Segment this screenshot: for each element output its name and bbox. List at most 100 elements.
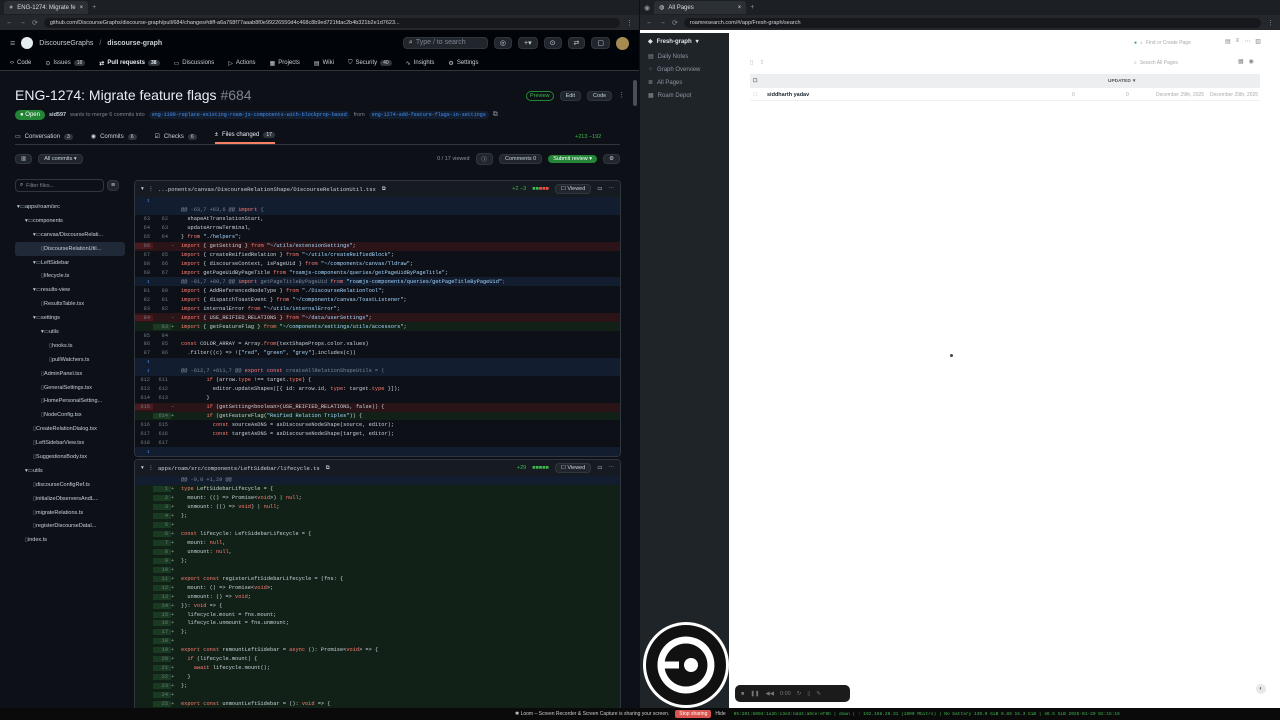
help-icon[interactable]: ◐ <box>1256 684 1266 694</box>
file-tree-item[interactable]: ▯ HomePersonalSetting... <box>15 394 125 408</box>
file-tree-item[interactable]: ▯ DiscourseRelationUtil... <box>15 241 125 256</box>
head-branch[interactable]: eng-1274-add-feature-flags-in-settings <box>368 111 489 119</box>
repo-nav-projects[interactable]: ▦ Projects <box>270 60 300 67</box>
filter-files-input[interactable]: ⌕ Filter files... <box>15 179 104 192</box>
file-tree-item[interactable]: ▯ initializeObserversAndL... <box>15 492 125 506</box>
collapse-icon[interactable]: ▾ <box>141 465 144 471</box>
more-icon[interactable]: ⋯ <box>1244 38 1250 45</box>
expand-icon[interactable]: ⇕ <box>135 359 153 365</box>
repo-nav-code[interactable]: ‹› Code <box>10 60 31 66</box>
browser-tab-active[interactable]: ● ENG-1274: Migrate fe × <box>4 1 89 14</box>
more-icon[interactable]: ⋯ <box>609 186 615 192</box>
pause-icon[interactable]: ❚❚ <box>750 691 759 697</box>
url-field[interactable]: github.com/DiscourseGraphs/discourse-gra… <box>43 17 620 28</box>
tab-checks[interactable]: ☑ Checks 6 <box>155 129 197 144</box>
viewed-checkbox[interactable]: ☐ Viewed <box>554 184 592 194</box>
sidebar-toggle-icon[interactable]: ▥ <box>1255 38 1261 45</box>
file-tree-item[interactable]: ▯ discourseConfigRef.ts <box>15 478 125 492</box>
search-all-pages-input[interactable]: ⌕ Search All Pages <box>1134 58 1234 67</box>
stop-icon[interactable]: ■ <box>741 691 744 697</box>
search-input[interactable]: ⌕ Type / to search <box>402 37 488 49</box>
graph-name[interactable]: ◆ Fresh-graph ▾ <box>640 33 729 50</box>
comment-icon[interactable]: ▭ <box>597 465 602 471</box>
trash-icon[interactable]: ▯ <box>750 59 753 66</box>
tab-conversation[interactable]: ▭ Conversation 3 <box>15 129 73 144</box>
file-tree-item[interactable]: ▯ AdminPanel.tsx <box>15 367 125 381</box>
grid-icon[interactable]: ▦ <box>1238 58 1244 65</box>
repo-nav-pull-requests[interactable]: ⇄ Pull requests 38 <box>99 60 160 67</box>
sidebar-item-roam-depot[interactable]: ▦ Roam Depot <box>640 89 729 102</box>
filter-options-icon[interactable]: ≡ <box>107 180 120 191</box>
file-tree-item[interactable]: ▾ ▭ results-view <box>15 283 125 297</box>
code-button[interactable]: Code <box>587 91 613 101</box>
select-all-checkbox[interactable]: ☐ <box>753 79 765 84</box>
file-tree-item[interactable]: ▾ ▭ utils <box>15 464 125 478</box>
copy-path-icon[interactable]: ⧉ <box>326 465 330 472</box>
expand-icon[interactable]: ⇕ <box>135 368 153 374</box>
forward-icon[interactable]: → <box>659 19 666 26</box>
close-icon[interactable]: × <box>738 5 742 11</box>
repo-nav-issues[interactable]: ⊙ Issues 18 <box>45 60 86 67</box>
viewed-checkbox[interactable]: ☐ Viewed <box>554 463 592 473</box>
expand-icon[interactable]: ⇕ <box>135 449 153 455</box>
column-updated[interactable]: UPDATED <box>1108 79 1131 84</box>
pull-requests-icon[interactable]: ⇄ <box>567 37 586 49</box>
scrollbar[interactable] <box>633 80 637 106</box>
page-title-link[interactable]: siddharth yadav <box>767 92 1072 98</box>
github-logo-icon[interactable] <box>21 37 34 49</box>
eye-icon[interactable]: ◉ <box>1249 58 1254 65</box>
file-tree-item[interactable]: ▯ registerDiscourseDatal... <box>15 519 125 533</box>
file-tree-item[interactable]: ▯ CreateRelationDialog.tsx <box>15 422 125 436</box>
find-or-create-input[interactable]: ● ⌕ Find or Create Page <box>1134 38 1229 47</box>
submit-review-button[interactable]: Submit review ▾ <box>548 155 598 163</box>
row-checkbox[interactable]: ☐ <box>753 92 767 98</box>
hunk-header[interactable]: ⇕ <box>135 447 620 457</box>
hunk-header[interactable]: ⇕ <box>135 357 620 367</box>
stop-sharing-button[interactable]: Stop sharing <box>675 710 712 718</box>
copilot-icon[interactable]: ◎ <box>493 37 513 49</box>
avatar[interactable] <box>616 36 629 50</box>
sidebar-item-daily-notes[interactable]: ▤ Daily Notes <box>640 50 729 63</box>
file-tree-item[interactable]: ▾ ▭ utils <box>15 325 125 339</box>
url-field[interactable]: roamresearch.com/#/app/Fresh-graph/searc… <box>683 17 1261 28</box>
table-row[interactable]: ☐ siddharth yadav 0 0 December 29th, 202… <box>750 89 1260 101</box>
sort-icon[interactable]: ▾ <box>1133 79 1135 84</box>
tab-group-icon[interactable]: ◉ <box>644 4 650 12</box>
hunk-header[interactable]: ⇕ @@ -81,7 +80,7 @@ import getPageTitleBy… <box>135 277 620 287</box>
drag-icon[interactable]: ⁝ <box>150 464 152 472</box>
export-icon[interactable]: ⇪ <box>759 59 764 66</box>
repo-nav-wiki[interactable]: ▤ Wiki <box>314 60 334 67</box>
notifications-icon[interactable]: ▢ <box>591 37 610 49</box>
comments-button[interactable]: Comments 0 <box>499 154 543 164</box>
preview-badge[interactable]: Preview <box>526 91 554 101</box>
repo-nav-discussions[interactable]: ▭ Discussions <box>174 60 215 67</box>
menu-icon[interactable]: ≡ <box>1236 38 1240 45</box>
loom-camera-bubble[interactable] <box>643 622 729 708</box>
settings-gear-icon[interactable]: ⚙ <box>603 154 620 164</box>
file-tree-item[interactable]: ▯ ResultsTable.tsx <box>15 297 125 311</box>
draw-icon[interactable]: ✎ <box>816 691 821 697</box>
file-tree-item[interactable]: ▯ pullWatchers.ts <box>15 353 125 367</box>
rewind-icon[interactable]: ◀◀ <box>766 691 774 697</box>
calendar-icon[interactable]: ▤ <box>1225 38 1231 45</box>
edit-button[interactable]: Edit <box>559 91 582 101</box>
pr-author[interactable]: sid597 <box>49 112 66 118</box>
all-commits-dropdown[interactable]: All commits ▾ <box>38 154 83 164</box>
collapse-icon[interactable]: ▾ <box>141 186 144 192</box>
comment-icon[interactable]: ▭ <box>597 186 602 192</box>
more-icon[interactable]: ⋮ <box>618 91 625 101</box>
info-icon[interactable]: ⓘ <box>475 153 494 165</box>
file-tree-item[interactable]: ▯ LeftSidebarView.tsx <box>15 436 125 450</box>
file-tree-item[interactable]: ▾ ▭ apps/roam/src <box>15 200 125 214</box>
extensions-icon[interactable]: ⋮ <box>626 19 633 27</box>
file-tree-item[interactable]: ▯ NodeConfig.tsx <box>15 408 125 422</box>
expand-icon[interactable]: ⇕ <box>135 279 153 285</box>
hamburger-icon[interactable]: ≡ <box>10 38 15 48</box>
file-tree-item[interactable]: ▾ ▭ canvas/DiscourseRelati... <box>15 228 125 242</box>
sidebar-item-all-pages[interactable]: ≣ All Pages <box>640 76 729 89</box>
file-tree-item[interactable]: ▯ lifecycle.ts <box>15 269 125 283</box>
toggle-tree-icon[interactable]: ▥ <box>15 154 33 164</box>
repo-nav-settings[interactable]: ⚙ Settings <box>448 60 478 67</box>
repo-nav-security[interactable]: ⛉ Security 40 <box>348 60 392 67</box>
browser-tab-active[interactable]: ◍ All Pages × <box>654 1 747 14</box>
